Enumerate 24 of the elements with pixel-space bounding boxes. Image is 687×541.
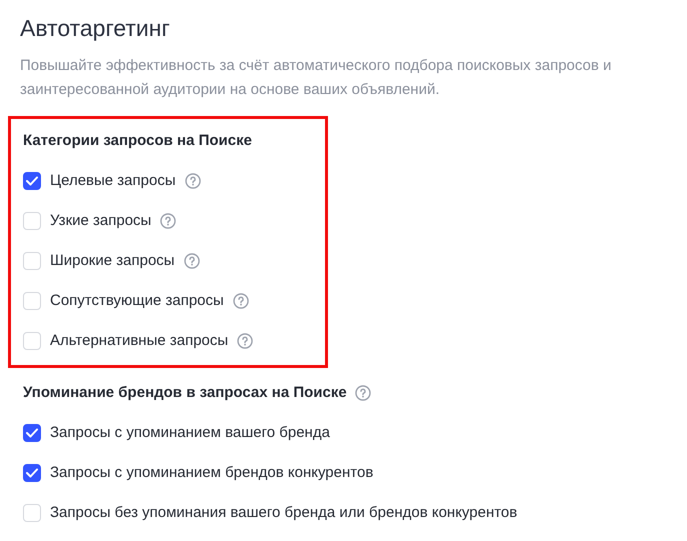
section-title: Автотаргетинг [20, 14, 171, 43]
checkbox-label: Широкие запросы [50, 250, 175, 271]
help-icon[interactable] [237, 333, 254, 349]
group-heading: Категории запросов на Поиске [23, 131, 252, 151]
group-heading: Упоминание брендов в запросах на Поиске [23, 383, 347, 403]
help-icon[interactable] [232, 293, 249, 309]
checkbox[interactable] [23, 172, 41, 190]
help-icon[interactable] [184, 173, 201, 189]
checkbox-label: Сопутствующие запросы [50, 290, 224, 311]
section-description: Повышайте эффективность за счёт автоматического подбора поисковых запросов и заинтересованной аудитории на основе ваших объявлений. [20, 56, 612, 100]
help-icon[interactable] [184, 253, 200, 269]
checkbox-label: Запросы с упоминанием вашего бренда [50, 422, 330, 443]
checkbox-label: Целевые запросы [50, 170, 176, 191]
help-icon[interactable] [160, 213, 176, 229]
help-icon[interactable] [354, 385, 371, 401]
checkbox[interactable] [23, 424, 41, 442]
checkbox[interactable] [23, 464, 41, 482]
checkbox-label: Запросы с упоминанием брендов конкурентов [50, 462, 374, 483]
check-icon [26, 176, 38, 186]
checkbox-label: Запросы без упоминания вашего бренда или брендов конкурентов [50, 502, 518, 523]
checkbox-label: Узкие запросы [50, 210, 152, 231]
checkbox-label: Альтернативные запросы [50, 330, 228, 351]
check-icon [26, 428, 38, 438]
check-icon [26, 468, 38, 478]
